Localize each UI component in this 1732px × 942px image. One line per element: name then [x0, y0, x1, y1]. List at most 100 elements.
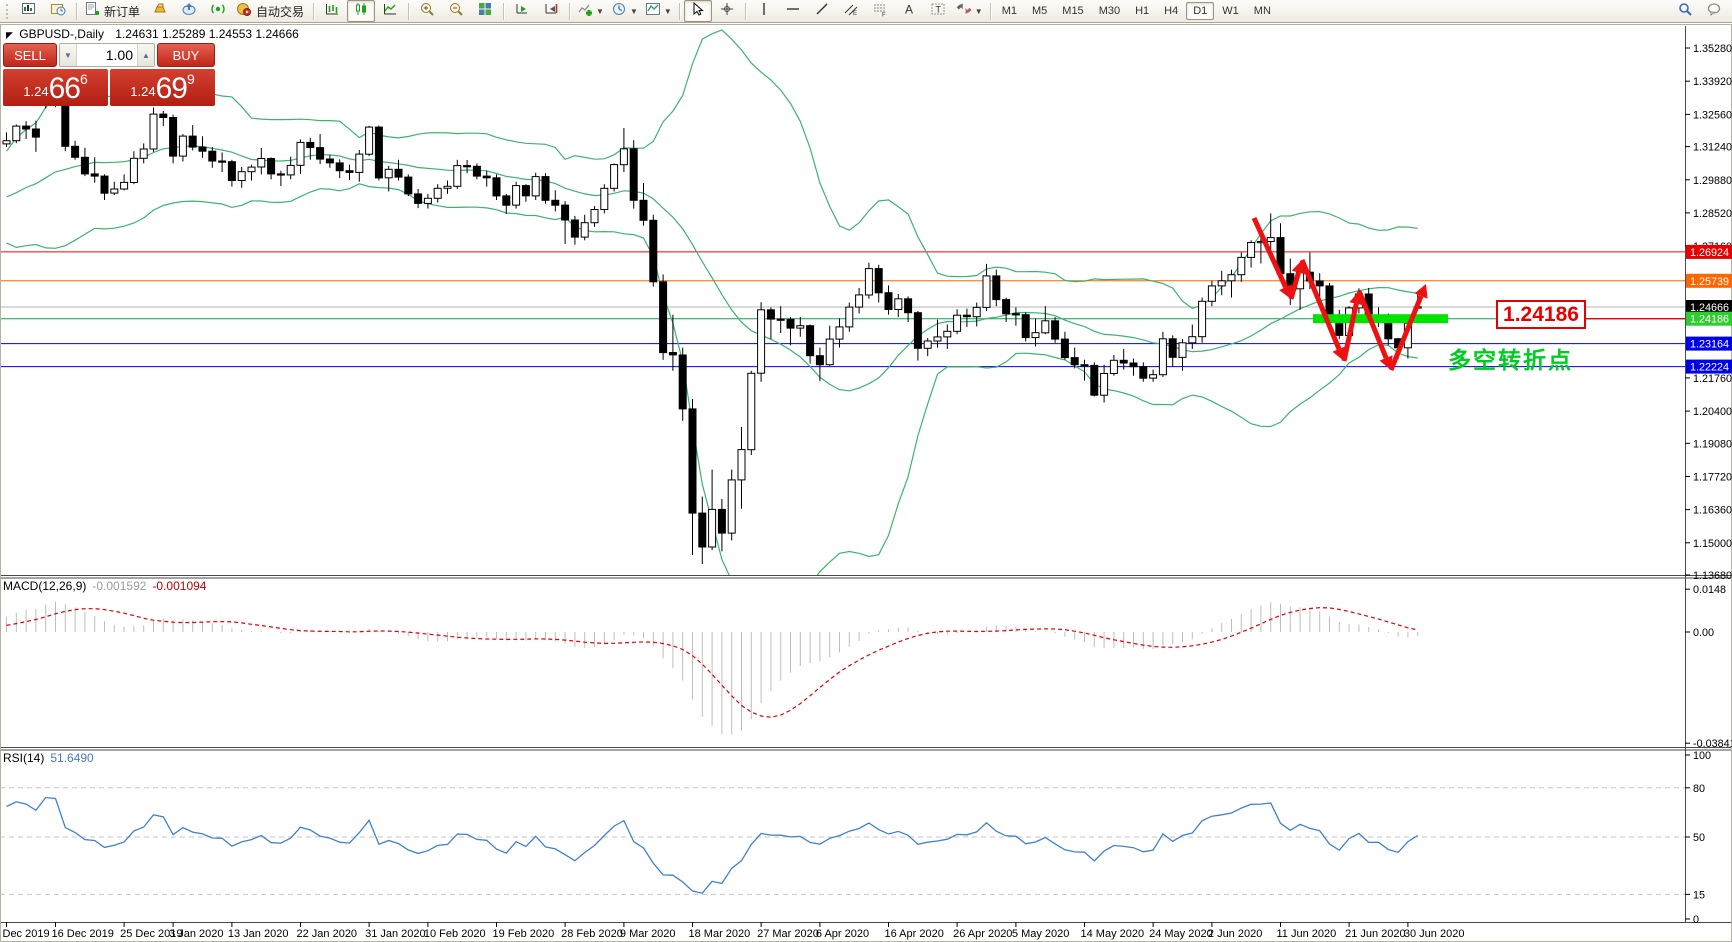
price-level-callout[interactable]: 1.24186 [1496, 300, 1586, 329]
publish-button[interactable] [175, 0, 203, 22]
autotrade-button[interactable]: 自动交易 [233, 0, 309, 22]
svg-text:2 Jun 2020: 2 Jun 2020 [1208, 928, 1262, 940]
zoom-in-icon [419, 1, 435, 22]
svg-text:1.31240: 1.31240 [1693, 142, 1732, 154]
one-click-toggle-icon[interactable]: ◤ [6, 30, 13, 40]
timeframe-m15-button[interactable]: M15 [1055, 2, 1090, 20]
svg-text:9 Mar 2020: 9 Mar 2020 [620, 928, 676, 940]
sell-button[interactable]: SELL [3, 43, 57, 67]
indicators-button[interactable]: ▼ [574, 0, 607, 22]
one-click-trading-panel: SELL ▼ 1.00 ▲ BUY 1.24 66 6 1.24 69 9 [3, 43, 215, 106]
signal-icon [210, 1, 226, 22]
svg-text:1.17720: 1.17720 [1693, 472, 1732, 484]
cursor-button[interactable] [683, 0, 712, 22]
chevron-down-icon: ▼ [629, 6, 638, 16]
toolbar-separator [503, 2, 505, 20]
horizontal-line-button[interactable] [779, 0, 807, 22]
timeframe-h1-button[interactable]: H1 [1128, 2, 1156, 20]
gold-button[interactable] [146, 0, 174, 22]
periods-button[interactable]: ▼ [608, 0, 641, 22]
sell-price-display[interactable]: 1.24 66 6 [3, 69, 108, 106]
svg-text:1.29880: 1.29880 [1693, 175, 1732, 187]
svg-text:F: F [882, 12, 886, 17]
chart-title: ◤ GBPUSD-,Daily 1.24631 1.25289 1.24553 … [6, 27, 299, 41]
horizontal-line-icon [785, 1, 801, 22]
chevron-down-icon: ▼ [596, 6, 604, 16]
svg-text:11 Jun 2020: 11 Jun 2020 [1277, 928, 1337, 940]
auto-scroll-button[interactable] [508, 0, 536, 22]
svg-text:1.21760: 1.21760 [1693, 373, 1732, 385]
timeframe-m30-button[interactable]: M30 [1092, 2, 1127, 20]
templates-button[interactable]: ▼ [642, 0, 675, 22]
search-button[interactable] [1671, 0, 1699, 22]
svg-text:1.16360: 1.16360 [1693, 505, 1732, 517]
candle-chart-button[interactable] [347, 0, 376, 22]
channel-button[interactable]: E [837, 0, 865, 22]
text-label-button[interactable]: T [924, 0, 952, 22]
chart-ohlc-values: 1.24631 1.25289 1.24553 1.24666 [115, 27, 299, 41]
crosshair-button[interactable] [713, 0, 741, 22]
macd-signal-value: -0.001094 [152, 579, 207, 593]
svg-text:T: T [935, 4, 941, 14]
price-chart-canvas[interactable]: 1.35280 1.33920 1.32560 1.31240 1.29880 1.285… [0, 24, 1732, 942]
svg-text:1.33920: 1.33920 [1693, 76, 1732, 88]
profiles-icon [50, 1, 66, 22]
macd-main-value: -0.001592 [92, 579, 147, 593]
chart-shift-icon [543, 1, 559, 22]
timeframe-mn-button[interactable]: MN [1247, 2, 1278, 20]
svg-text:Dec 2019: Dec 2019 [3, 928, 50, 940]
toolbar-separator [989, 2, 991, 20]
svg-text:10 Feb 2020: 10 Feb 2020 [424, 928, 486, 940]
volume-decrease-button[interactable]: ▼ [60, 44, 77, 66]
timeframe-d1-button[interactable]: D1 [1186, 2, 1215, 20]
signal-button[interactable] [204, 0, 232, 22]
svg-text:-0.038415: -0.038415 [1693, 738, 1732, 750]
svg-text:80: 80 [1693, 783, 1705, 795]
fibonacci-icon: F [872, 1, 888, 22]
svg-text:19 Feb 2020: 19 Feb 2020 [493, 928, 555, 940]
buy-price-display[interactable]: 1.24 69 9 [110, 69, 215, 106]
arrows-button[interactable]: ▼ [953, 0, 986, 22]
chart-shift-button[interactable] [537, 0, 565, 22]
timeframe-m5-button[interactable]: M5 [1025, 2, 1054, 20]
profiles-button[interactable] [44, 0, 72, 22]
trendline-button[interactable] [808, 0, 836, 22]
tile-windows-icon [477, 1, 493, 22]
toolbar-separator [678, 2, 680, 20]
svg-text:1.35280: 1.35280 [1693, 43, 1732, 55]
rsi-title: RSI(14) [3, 751, 45, 765]
svg-text:24 May 2020: 24 May 2020 [1149, 928, 1213, 940]
vertical-line-button[interactable] [750, 0, 778, 22]
svg-text:1.26924: 1.26924 [1690, 247, 1729, 259]
line-chart-button[interactable] [376, 0, 404, 22]
indicators-icon [577, 1, 593, 22]
buy-button[interactable]: BUY [157, 43, 215, 67]
arrows-icon [956, 1, 972, 22]
candle-chart-icon [353, 1, 369, 22]
zoom-in-button[interactable] [413, 0, 441, 22]
bar-chart-button[interactable] [318, 0, 346, 22]
cursor-icon [690, 1, 706, 22]
timeframe-w1-button[interactable]: W1 [1215, 2, 1246, 20]
zoom-out-button[interactable] [442, 0, 470, 22]
auto-scroll-icon [514, 1, 530, 22]
turning-point-annotation[interactable]: 多空转折点 [1448, 341, 1573, 375]
svg-text:0.00: 0.00 [1693, 627, 1714, 639]
timeframe-h4-button[interactable]: H4 [1157, 2, 1185, 20]
volume-increase-button[interactable]: ▲ [137, 44, 154, 66]
fibonacci-button[interactable]: F [866, 0, 894, 22]
text-button[interactable]: A [895, 0, 923, 22]
tile-windows-button[interactable] [471, 0, 499, 22]
new-chart-button[interactable] [15, 0, 43, 22]
volume-input[interactable]: 1.00 [77, 44, 137, 66]
toolbar-separator [569, 2, 571, 20]
publish-icon [181, 1, 197, 22]
gold-icon [152, 1, 168, 22]
line-chart-icon [382, 1, 398, 22]
new-order-button[interactable]: 新订单 [81, 0, 145, 22]
svg-text:28 Feb 2020: 28 Feb 2020 [561, 928, 623, 940]
svg-text:100: 100 [1693, 750, 1711, 762]
toolbar-separator [744, 2, 746, 20]
timeframe-m1-button[interactable]: M1 [995, 2, 1024, 20]
chat-button[interactable] [1700, 0, 1728, 22]
